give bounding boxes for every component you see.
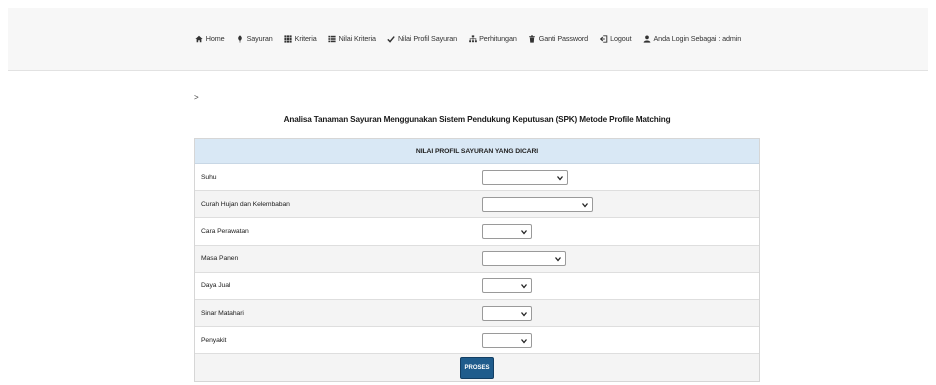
masa-panen-select[interactable]: [482, 251, 566, 267]
table-header: NILAI PROFIL SAYURAN YANG DICARI: [195, 139, 759, 164]
logout-icon: [599, 34, 608, 43]
table-row: Sinar Matahari: [195, 299, 759, 328]
chevron-down-icon: [521, 230, 527, 235]
nav-item-nilai-kriteria[interactable]: Nilai Kriteria: [328, 34, 376, 43]
table-row: Suhu: [195, 164, 759, 192]
nav-item-sayuran[interactable]: Sayuran: [236, 34, 273, 43]
nav-label-ganti-password: Ganti Password: [538, 34, 589, 43]
nav-item-nilai-profil-sayuran[interactable]: Nilai Profil Sayuran: [387, 34, 457, 43]
leaf-icon: [236, 34, 245, 43]
check-icon: [387, 34, 396, 43]
daya-jual-select[interactable]: [482, 278, 532, 294]
nav-item-user[interactable]: Anda Login Sebagai : admin: [642, 34, 741, 43]
table-row: Daya Jual: [195, 272, 759, 300]
nav-item-ganti-password[interactable]: Ganti Password: [528, 34, 588, 43]
suhu-select[interactable]: [482, 169, 568, 185]
trash-icon: [528, 34, 537, 43]
user-icon: [642, 34, 651, 43]
curah-hujan-select[interactable]: [482, 196, 593, 212]
nav-label-logout: Logout: [610, 34, 632, 43]
chevron-down-icon: [557, 175, 563, 181]
list-icon: [328, 34, 337, 43]
nav-label-user: Anda Login Sebagai : admin: [653, 34, 742, 43]
page-title: Analisa Tanaman Sayuran Menggunakan Sist…: [283, 115, 671, 124]
sitemap-icon: [468, 34, 477, 43]
sinar-matahari-select[interactable]: [482, 305, 532, 321]
penyakit-select[interactable]: [482, 332, 532, 348]
breadcrumb: >: [194, 93, 199, 102]
nav-label-home: Home: [205, 34, 225, 43]
chevron-down-icon: [521, 311, 527, 317]
row-label-sinar-matahari: Sinar Matahari: [201, 309, 244, 317]
nav-label-kriteria: Kriteria: [294, 34, 317, 43]
proses-button[interactable]: PROSES: [460, 356, 494, 379]
chevron-down-icon: [521, 284, 527, 289]
row-label-penyakit: Penyakit: [201, 336, 227, 344]
nav-item-logout[interactable]: Logout: [599, 34, 632, 43]
grid-icon: [284, 34, 293, 43]
cara-perawatan-select[interactable]: [482, 223, 532, 239]
nav-label-perhitungan: Perhitungan: [479, 34, 517, 43]
chevron-down-icon: [521, 338, 527, 344]
table-row: Cara Perawatan: [195, 218, 759, 246]
row-label-masa-panen: Masa Panen: [201, 255, 239, 263]
chevron-down-icon: [555, 257, 561, 262]
table-row: Penyakit: [195, 327, 759, 355]
row-label-cara-perawatan: Cara Perawatan: [201, 227, 249, 235]
row-label-suhu: Suhu: [201, 173, 217, 181]
nav-item-perhitungan[interactable]: Perhitungan: [468, 34, 517, 43]
submit-row: PROSES: [195, 354, 759, 382]
nav-menu: Home Sayuran Kriteria Nilai Kriteria Nil…: [8, 34, 928, 43]
home-icon: [195, 34, 204, 43]
row-label-daya-jual: Daya Jual: [201, 282, 231, 290]
table-row: Curah Hujan dan Kelembaban: [195, 191, 759, 219]
nav-label-nilai-kriteria: Nilai Kriteria: [338, 34, 376, 43]
chevron-down-icon: [582, 202, 588, 208]
row-label-curah-hujan: Curah Hujan dan Kelembaban: [201, 200, 290, 208]
nav-label-sayuran: Sayuran: [246, 34, 273, 43]
table-row: Masa Panen: [195, 245, 759, 273]
nav-item-kriteria[interactable]: Kriteria: [284, 34, 317, 43]
profile-form-table: NILAI PROFIL SAYURAN YANG DICARI Suhu Cu…: [194, 138, 760, 383]
nav-item-home[interactable]: Home: [195, 34, 225, 43]
top-navbar: Home Sayuran Kriteria Nilai Kriteria Nil…: [8, 8, 928, 71]
nav-label-nilai-profil-sayuran: Nilai Profil Sayuran: [397, 34, 458, 43]
